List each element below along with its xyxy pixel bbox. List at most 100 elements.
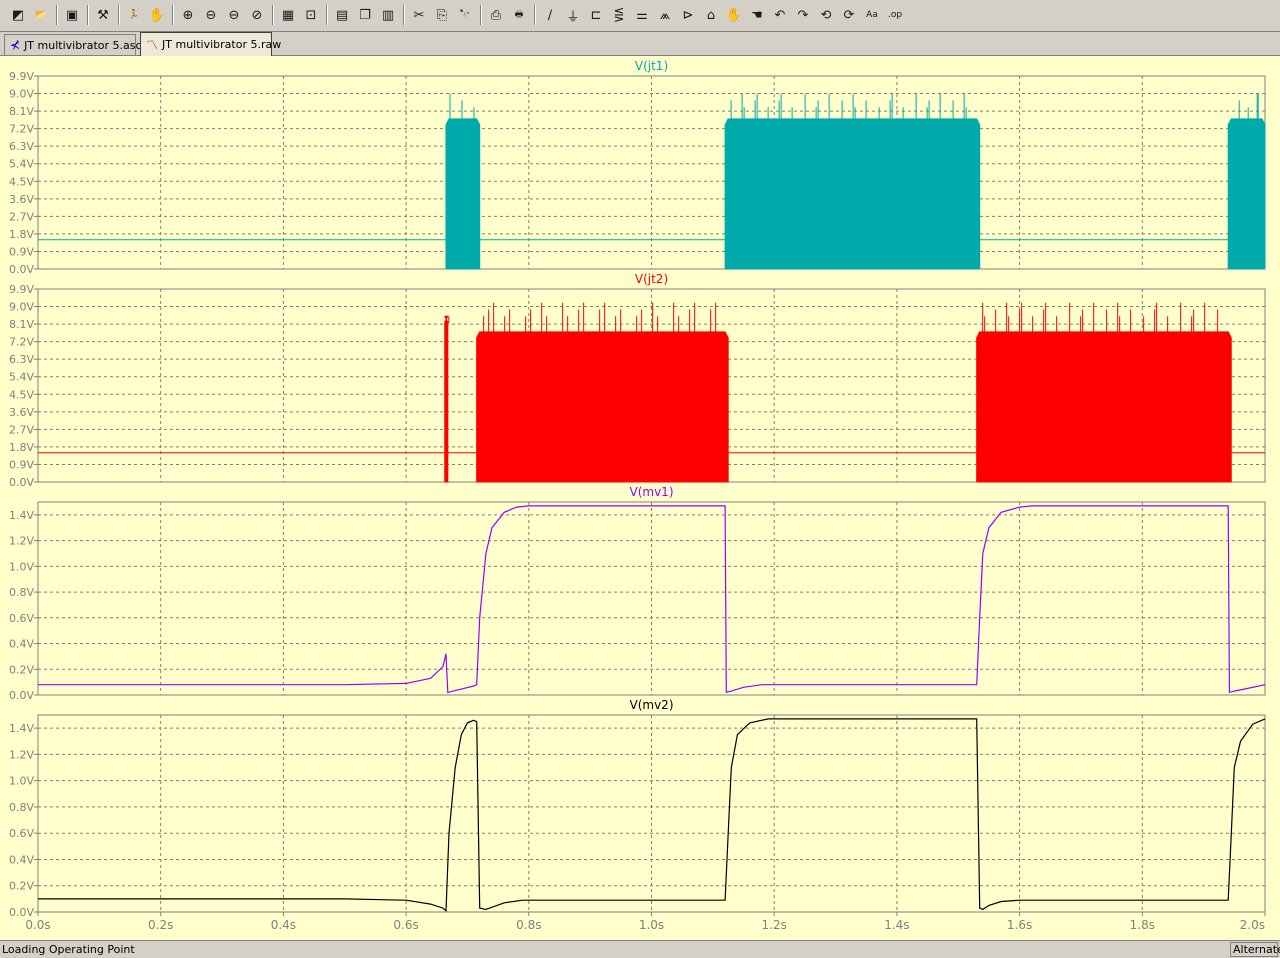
y-tick-label: 1.4V <box>9 509 34 522</box>
cascade-icon[interactable]: ❐ <box>355 4 375 26</box>
status-mode: Alternate <box>1230 942 1280 957</box>
x-tick-label: 0.6s <box>393 918 418 932</box>
x-tick-label: 2.0s <box>1240 918 1265 932</box>
x-tick-label: 1.2s <box>762 918 787 932</box>
y-tick-label: 6.3V <box>9 353 34 366</box>
x-tick-label: 0.4s <box>271 918 296 932</box>
y-tick-label: 5.4V <box>9 158 34 171</box>
y-tick-label: 5.4V <box>9 371 34 384</box>
component-icon[interactable]: ⌂ <box>701 4 721 26</box>
y-tick-label: 0.4V <box>9 638 34 651</box>
y-tick-label: 0.0V <box>9 263 34 276</box>
toolbar-separator <box>480 5 482 25</box>
x-tick-label: 0.2s <box>148 918 173 932</box>
oscillation-burst <box>724 118 981 270</box>
label-icon[interactable]: ⊏ <box>586 4 606 26</box>
x-tick-label: 1.0s <box>639 918 664 932</box>
ground-icon[interactable]: ⏚ <box>563 4 583 26</box>
waveform-viewer[interactable]: 9.9V 9.0V 8.1V 7.2V 6.3V 5.4V 4.5V 3.6V 2.7V 1.8V… <box>0 56 1280 940</box>
status-message: Loading Operating Point <box>2 943 135 956</box>
print-icon[interactable]: 🖶 <box>509 4 529 26</box>
y-tick-label: 3.6V <box>9 193 34 206</box>
trace-title: V(mv1) <box>630 485 674 499</box>
y-tick-label: 1.0V <box>9 560 34 573</box>
tile-vertical-icon[interactable]: ▥ <box>378 4 398 26</box>
diode-icon[interactable]: ⊳ <box>678 4 698 26</box>
zoom-area-icon[interactable]: ⊖ <box>224 4 244 26</box>
tab-waveform-label: JT multivibrator 5.raw <box>162 38 282 51</box>
y-tick-label: 0.2V <box>9 663 34 676</box>
text-icon[interactable]: Aa <box>862 4 882 26</box>
zoom-cancel-icon[interactable]: ⊘ <box>247 4 267 26</box>
y-tick-label: 0.2V <box>9 880 34 893</box>
y-tick-label: 4.5V <box>9 388 34 401</box>
tab-schematic-label: JT multivibrator 5.asc <box>24 38 142 52</box>
y-tick-label: 7.2V <box>9 336 34 349</box>
toolbar-separator <box>534 5 536 25</box>
status-bar: Loading Operating Point Alternate <box>0 940 1280 958</box>
control-panel-icon[interactable]: ⚒ <box>93 4 113 26</box>
zoom-out-icon[interactable]: ⊖ <box>201 4 221 26</box>
toolbar-separator <box>118 5 120 25</box>
oscillation-burst <box>976 331 1232 483</box>
y-tick-label: 1.8V <box>9 441 34 454</box>
toolbar-separator <box>172 5 174 25</box>
new-schematic-icon[interactable]: ◩ <box>8 4 28 26</box>
tab-schematic[interactable]: ⊀ JT multivibrator 5.asc <box>4 34 142 55</box>
x-tick-label: 1.8s <box>1130 918 1155 932</box>
mirror-icon[interactable]: ⟳ <box>839 4 859 26</box>
y-tick-label: 9.9V <box>9 70 34 83</box>
find-icon[interactable]: 🔭 <box>455 4 475 26</box>
print-preview-icon[interactable]: ⎙ <box>486 4 506 26</box>
y-tick-label: 8.1V <box>9 105 34 118</box>
rotate-icon[interactable]: ⟲ <box>816 4 836 26</box>
move-hand-icon[interactable]: ✋ <box>724 4 744 26</box>
trace-title: V(jt1) <box>635 59 668 73</box>
schematic-tab-icon: ⊀ <box>10 38 21 52</box>
y-tick-label: 8.1V <box>9 318 34 331</box>
waveform-plot[interactable]: 9.9V 9.0V 8.1V 7.2V 6.3V 5.4V 4.5V 3.6V 2.7V 1.8V… <box>0 56 1280 940</box>
wire-icon[interactable]: ∕ <box>540 4 560 26</box>
tab-waveform[interactable]: 〽 JT multivibrator 5.raw <box>140 32 281 56</box>
cut-icon[interactable]: ✂ <box>409 4 429 26</box>
toolbar-separator <box>272 5 274 25</box>
y-tick-label: 1.0V <box>9 775 34 788</box>
y-tick-label: 9.0V <box>9 88 34 101</box>
toolbar-separator <box>403 5 405 25</box>
toolbar: ◩ 📂 ▣ ⚒ 🏃 ✋ ⊕ ⊖ ⊖ ⊘ ▦ ⊡ ▤ ❐ ▥ ✂ ⎘ 🔭 ⎙ 🖶 ∕ ⏚ ⊏ ⋚ ⚌ ⩕ ⊳ ⌂ ✋ ☚ ↶ ↷ ⟲ ⟳ Aa .op <box>0 0 1280 32</box>
oscillation-burst <box>476 331 729 483</box>
zoom-in-icon[interactable]: ⊕ <box>178 4 198 26</box>
y-tick-label: 3.6V <box>9 406 34 419</box>
run-icon[interactable]: 🏃 <box>124 4 144 26</box>
waveform-tab-icon: 〽 <box>146 38 159 52</box>
redo-icon[interactable]: ↷ <box>793 4 813 26</box>
y-tick-label: 0.6V <box>9 612 34 625</box>
save-icon[interactable]: ▣ <box>62 4 82 26</box>
y-tick-label: 9.9V <box>9 283 34 296</box>
copy-icon[interactable]: ⎘ <box>432 4 452 26</box>
spice-directive-icon[interactable]: .op <box>885 4 905 26</box>
resistor-icon[interactable]: ⋚ <box>609 4 629 26</box>
oscillation-burst <box>444 315 449 483</box>
undo-icon[interactable]: ↶ <box>770 4 790 26</box>
x-tick-label: 0.0s <box>25 918 50 932</box>
tile-horizontal-icon[interactable]: ▤ <box>332 4 352 26</box>
capacitor-icon[interactable]: ⚌ <box>632 4 652 26</box>
y-tick-label: 1.4V <box>9 722 34 735</box>
x-tick-label: 1.4s <box>884 918 909 932</box>
y-tick-label: 0.0V <box>9 689 34 702</box>
y-tick-label: 0.0V <box>9 476 34 489</box>
document-tabs: ⊀ JT multivibrator 5.asc 〽 JT multivibra… <box>0 32 1280 56</box>
trace-title: V(jt2) <box>635 272 668 286</box>
y-tick-label: 0.4V <box>9 853 34 866</box>
pan-hand-icon[interactable]: ✋ <box>147 4 167 26</box>
inductor-icon[interactable]: ⩕ <box>655 4 675 26</box>
toolbar-separator <box>326 5 328 25</box>
fit-icon[interactable]: ⊡ <box>301 4 321 26</box>
oscillation-burst <box>1227 118 1266 270</box>
drag-hand-icon[interactable]: ☚ <box>747 4 767 26</box>
autorange-icon[interactable]: ▦ <box>278 4 298 26</box>
y-tick-label: 6.3V <box>9 140 34 153</box>
x-tick-label: 1.6s <box>1007 918 1032 932</box>
open-folder-icon[interactable]: 📂 <box>31 4 51 26</box>
